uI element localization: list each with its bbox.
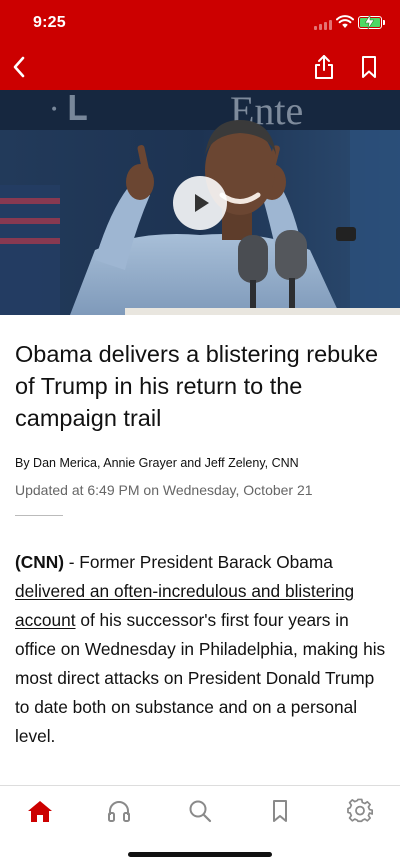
bookmark-button[interactable] xyxy=(356,52,382,82)
article-source: (CNN) xyxy=(15,552,64,572)
battery-icon xyxy=(358,15,385,29)
article-timestamp: Updated at 6:49 PM on Wednesday, October… xyxy=(15,482,313,498)
home-indicator xyxy=(128,852,272,857)
tab-listen[interactable] xyxy=(106,798,132,824)
play-icon xyxy=(195,194,209,212)
svg-text:∙ 𝐋: ∙ 𝐋 xyxy=(50,91,88,128)
app-header: 9:25 xyxy=(0,0,400,90)
play-button[interactable] xyxy=(173,176,227,230)
article-lead: - Former President Barack Obama xyxy=(63,552,333,572)
bookmark-icon xyxy=(273,800,287,822)
tab-home[interactable] xyxy=(27,798,53,824)
article-body-rest: of his successor's first four years in o… xyxy=(15,610,386,746)
share-icon xyxy=(315,55,333,79)
tab-settings[interactable] xyxy=(347,798,373,824)
bookmark-icon xyxy=(362,56,376,78)
share-button[interactable] xyxy=(310,52,338,82)
article-byline: By Dan Merica, Annie Grayer and Jeff Zel… xyxy=(15,456,299,470)
article-body: (CNN) - Former President Barack Obama de… xyxy=(15,548,387,751)
back-button[interactable] xyxy=(4,52,34,82)
tab-search[interactable] xyxy=(187,798,213,824)
chevron-left-icon xyxy=(13,56,25,78)
search-icon xyxy=(189,800,212,823)
article-headline: Obama delivers a blistering rebuke of Tr… xyxy=(15,341,379,431)
article-video[interactable]: ∙ 𝐋 Ente xyxy=(0,90,400,315)
gear-icon xyxy=(347,798,373,823)
status-bar: 9:25 xyxy=(0,0,400,46)
divider xyxy=(15,515,63,516)
tab-saved[interactable] xyxy=(267,798,293,824)
headphones-icon xyxy=(108,801,130,822)
wifi-icon xyxy=(336,15,354,28)
home-icon xyxy=(28,801,52,822)
status-time: 9:25 xyxy=(33,14,66,31)
cellular-signal-icon xyxy=(314,20,334,30)
